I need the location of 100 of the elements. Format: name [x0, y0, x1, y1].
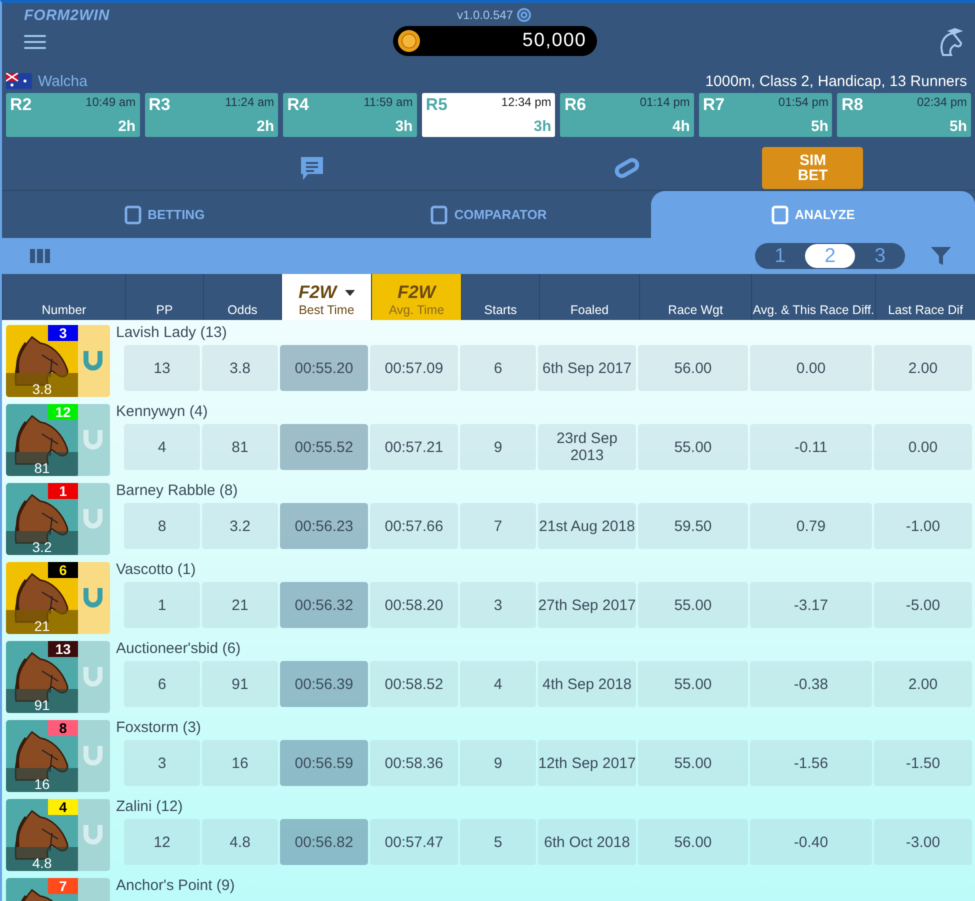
column-header[interactable]: F2W Best Time — [281, 274, 371, 320]
race-tab[interactable]: R2 10:49 am 2h — [6, 93, 140, 137]
saddle-number: 6 — [48, 562, 78, 578]
table-cell: -0.40 — [750, 819, 872, 865]
table-cell: 2.00 — [874, 345, 972, 391]
saddle-number: 12 — [48, 404, 78, 420]
column-label: Odds — [228, 303, 258, 317]
horseshoe-icon[interactable] — [82, 349, 104, 373]
table-cell: -5.00 — [874, 582, 972, 628]
odds-label: 21 — [6, 610, 78, 634]
tab-icon — [430, 204, 448, 224]
filter-icon[interactable] — [931, 247, 951, 265]
table-cell: -3.17 — [750, 582, 872, 628]
table-cell: -3.00 — [874, 819, 972, 865]
runner-tile[interactable]: 12 81 — [6, 404, 110, 476]
table-cell: 59.50 — [638, 503, 748, 549]
table-cell: 21 — [202, 582, 278, 628]
table-cell: 27th Sep 2017 — [538, 582, 636, 628]
race-tab[interactable]: R4 11:59 am 3h — [283, 93, 417, 137]
table-cell: 00:57.47 — [370, 819, 458, 865]
table-cell: 00:56.23 — [280, 503, 368, 549]
menu-icon[interactable] — [24, 34, 46, 50]
race-tab[interactable]: R8 02:34 pm 5h — [837, 93, 972, 137]
table-cell: 3 — [124, 740, 200, 786]
table-cell: -1.50 — [874, 740, 972, 786]
table-cell: 00:55.20 — [280, 345, 368, 391]
table-cell: 00:58.36 — [370, 740, 458, 786]
table-cell: 00:56.59 — [280, 740, 368, 786]
table-cell: 4 — [460, 661, 536, 707]
table-cell: 3.2 — [202, 503, 278, 549]
table-cell: 16 — [202, 740, 278, 786]
odds-label: 81 — [6, 452, 78, 476]
table-cell: 00:56.32 — [280, 582, 368, 628]
race-tab[interactable]: R3 11:24 am 2h — [144, 93, 278, 137]
runner-tile[interactable]: 8 16 — [6, 720, 110, 792]
table-cell: 56.00 — [638, 345, 748, 391]
table-cell: 8 — [124, 503, 200, 549]
balance-display: 50,000 — [392, 26, 596, 56]
race-info: 1000m, Class 2, Handicap, 13 Runners — [705, 72, 967, 90]
table-cell: 12 — [124, 819, 200, 865]
runner-tile[interactable]: 4 4.8 — [6, 799, 110, 871]
table-cell: 55.00 — [638, 424, 748, 470]
column-label: PP — [156, 303, 173, 317]
table-cell: 00:57.21 — [370, 424, 458, 470]
table-cell: 6th Oct 2018 — [538, 819, 636, 865]
coin-icon — [396, 29, 420, 53]
table-cell: 56.00 — [638, 819, 748, 865]
runner-name: Kennywyn (4) — [116, 403, 209, 420]
column-header[interactable]: Avg. & This Race Diff. — [751, 274, 875, 320]
nav-tab[interactable]: BETTING — [2, 191, 326, 238]
race-tab[interactable]: R6 01:14 pm 4h — [560, 93, 694, 137]
column-header[interactable]: F2W Avg. Time — [371, 274, 461, 320]
table-cell: 13 — [124, 345, 200, 391]
table-cell: -0.11 — [750, 424, 872, 470]
tab-icon — [124, 204, 142, 224]
column-label: Avg. Time — [388, 303, 444, 317]
runner-tile[interactable]: 6 21 — [6, 562, 110, 634]
column-label: Number — [42, 303, 86, 317]
australia-flag-icon — [6, 73, 32, 89]
race-tab[interactable]: R5 12:34 pm 3h — [422, 93, 556, 137]
app-logo: FORM2WIN — [24, 7, 111, 24]
table-cell: 4th Sep 2018 — [538, 661, 636, 707]
runner-tile[interactable]: 3 3.8 — [6, 325, 110, 397]
nav-tab[interactable]: COMPARATOR — [326, 191, 651, 238]
table-cell: 21st Aug 2018 — [538, 503, 636, 549]
table-cell: 6 — [124, 661, 200, 707]
runner-name: Auctioneer'sbid (6) — [116, 640, 242, 657]
table-cell: 23rd Sep 2013 — [538, 424, 636, 470]
race-tab[interactable]: R7 01:54 pm 5h — [698, 93, 832, 137]
saddle-number: 7 — [48, 878, 78, 894]
version-label: v1.0.0.547 — [456, 7, 532, 23]
table-cell: 91 — [202, 661, 278, 707]
table-cell: 7 — [460, 503, 536, 549]
runner-name: Barney Rabble (8) — [116, 482, 239, 499]
horseshoe-icon[interactable] — [82, 586, 104, 610]
table-cell: -1.56 — [750, 740, 872, 786]
columns-icon[interactable] — [30, 249, 50, 263]
runner-tile[interactable]: 7 — [6, 878, 110, 901]
saddle-number: 8 — [48, 720, 78, 736]
table-cell: 00:56.82 — [280, 819, 368, 865]
odds-label: 16 — [6, 768, 78, 792]
table-cell: 00:55.52 — [280, 424, 368, 470]
runner-name: Vascotto (1) — [116, 561, 197, 578]
saddle-number: 3 — [48, 325, 78, 341]
sync-icon[interactable] — [516, 7, 532, 23]
caret-icon — [344, 290, 354, 296]
column-label: Race Wgt — [668, 303, 723, 317]
table-cell: 5 — [460, 819, 536, 865]
table-cell: -1.00 — [874, 503, 972, 549]
runner-name: Zalini (12) — [116, 798, 184, 815]
table-cell: 12th Sep 2017 — [538, 740, 636, 786]
table-cell: 55.00 — [638, 740, 748, 786]
runner-tile[interactable]: 1 3.2 — [6, 483, 110, 555]
tab-icon — [770, 204, 789, 224]
table-cell: 00:57.66 — [370, 503, 458, 549]
table-cell: 00:58.20 — [370, 582, 458, 628]
column-label: Starts — [484, 303, 517, 317]
table-cell: 55.00 — [638, 661, 748, 707]
runner-name: Foxstorm (3) — [116, 719, 202, 736]
runner-tile[interactable]: 13 91 — [6, 641, 110, 713]
